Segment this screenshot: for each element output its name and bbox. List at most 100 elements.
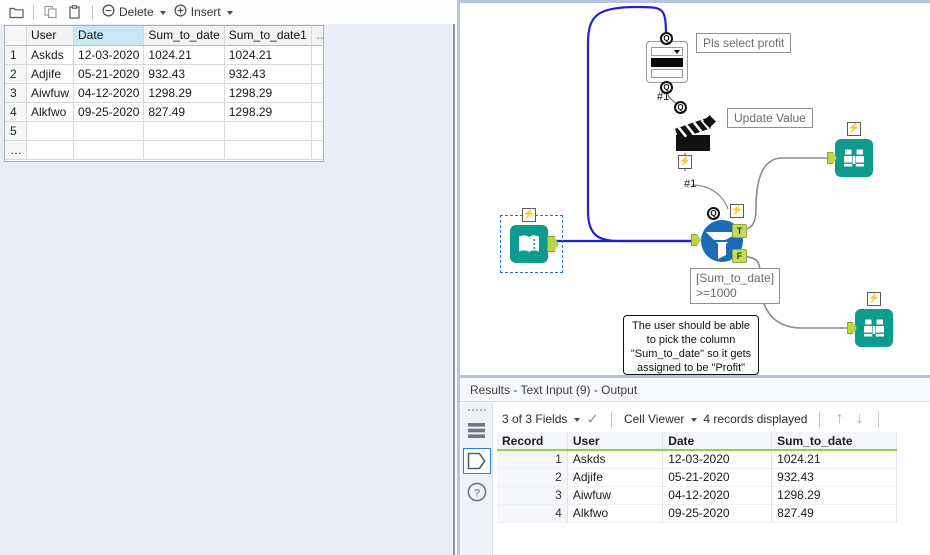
- table-row[interactable]: …: [5, 140, 323, 160]
- cell-user[interactable]: Alkfwo: [26, 102, 75, 122]
- tool-browse-true[interactable]: ⚡: [827, 122, 873, 177]
- cell-date[interactable]: [73, 121, 145, 141]
- cell-sum-to-date[interactable]: 1298.29: [143, 83, 225, 103]
- cell-date[interactable]: [73, 140, 145, 160]
- results-table-wrap[interactable]: Record User Date Sum_to_date 1 Askds 12-…: [497, 432, 897, 523]
- cell-user[interactable]: Adjife: [567, 468, 664, 487]
- results-table: Record User Date Sum_to_date 1 Askds 12-…: [497, 432, 897, 523]
- tool-filter[interactable]: Q ⚡ T F: [691, 204, 747, 268]
- question-anchor-icon[interactable]: Q: [707, 207, 720, 220]
- grid-corner-cell[interactable]: [5, 26, 27, 46]
- table-row[interactable]: 1 Askds 12-03-2020 1024.21 1024.21: [5, 45, 323, 65]
- grid-column-header-more[interactable]: …: [311, 26, 323, 46]
- cell-user[interactable]: Adjife: [26, 64, 75, 84]
- chevron-down-icon[interactable]: [574, 418, 581, 422]
- cell-date[interactable]: 05-21-2020: [73, 64, 145, 84]
- comment-line-2: to pick the column: [646, 334, 736, 346]
- cell-sum-to-date1[interactable]: 1298.29: [224, 102, 312, 122]
- cell-sum-to-date[interactable]: 932.43: [771, 468, 897, 487]
- grid-column-header-user[interactable]: User: [26, 26, 75, 46]
- cell-user[interactable]: Aiwfuw: [26, 83, 75, 103]
- cell-viewer-selector[interactable]: Cell Viewer: [624, 412, 698, 426]
- chevron-down-icon: [674, 49, 680, 54]
- row-number[interactable]: 1: [5, 45, 27, 65]
- chevron-down-icon[interactable]: [159, 11, 166, 15]
- cell-user[interactable]: Alkfwo: [567, 504, 664, 523]
- toolbar-divider: [819, 410, 821, 428]
- connection-number-action: #1: [684, 178, 697, 190]
- cell-sum-to-date1[interactable]: [224, 121, 312, 141]
- row-number[interactable]: 5: [5, 121, 27, 141]
- cell-sum-to-date[interactable]: 827.49: [143, 102, 225, 122]
- output-anchor-false[interactable]: F: [732, 249, 747, 263]
- grid-column-header-sum-to-date[interactable]: Sum_to_date: [143, 26, 225, 46]
- metadata-tag-icon[interactable]: [462, 448, 491, 474]
- cell-sum-to-date[interactable]: 1298.29: [771, 486, 897, 505]
- drag-grip-icon[interactable]: [467, 407, 486, 412]
- workflow-canvas[interactable]: ⚡ Q Q Pls select profit #1 Q ⚡ Update Va…: [457, 0, 930, 375]
- cell-user[interactable]: Aiwfuw: [567, 486, 664, 505]
- cell-sum-to-date[interactable]: 827.49: [771, 504, 897, 523]
- table-row[interactable]: 2 Adjife 05-21-2020 932.43: [497, 468, 897, 487]
- insert-button[interactable]: Insert: [171, 2, 236, 22]
- table-row[interactable]: 3 Aiwfuw 04-12-2020 1298.29 1298.29: [5, 83, 323, 103]
- cell-sum-to-date1[interactable]: [224, 140, 312, 160]
- question-anchor-top-icon[interactable]: Q: [660, 32, 673, 45]
- cell-date[interactable]: 12-03-2020: [662, 450, 773, 469]
- table-row[interactable]: 3 Aiwfuw 04-12-2020 1298.29: [497, 486, 897, 505]
- results-column-header-date[interactable]: Date: [662, 432, 773, 451]
- check-icon[interactable]: ✓: [586, 410, 599, 428]
- cell-user[interactable]: Askds: [567, 450, 664, 469]
- canvas-comment-box[interactable]: The user should be able to pick the colu…: [623, 315, 759, 375]
- arrow-down-icon[interactable]: ↓: [852, 410, 866, 428]
- output-anchor-true[interactable]: T: [732, 224, 747, 238]
- arrow-up-icon[interactable]: ↑: [832, 410, 846, 428]
- chevron-down-icon[interactable]: [691, 418, 698, 422]
- cell-date[interactable]: 12-03-2020: [73, 45, 145, 65]
- table-row[interactable]: 2 Adjife 05-21-2020 932.43 932.43: [5, 64, 323, 84]
- row-number[interactable]: …: [5, 140, 27, 160]
- cell-sum-to-date[interactable]: 932.43: [143, 64, 225, 84]
- table-row[interactable]: 4 Alkfwo 09-25-2020 827.49: [497, 504, 897, 523]
- tool-text-input[interactable]: ⚡: [510, 208, 558, 263]
- results-column-header-record[interactable]: Record: [497, 432, 568, 451]
- cell-user[interactable]: [26, 121, 75, 141]
- delete-label: Delete: [119, 5, 154, 19]
- cell-sum-to-date1[interactable]: 1298.29: [224, 83, 312, 103]
- results-column-header-user[interactable]: User: [567, 432, 664, 451]
- help-icon[interactable]: ?: [463, 479, 491, 505]
- tool-browse-false[interactable]: ⚡: [847, 292, 893, 347]
- row-number[interactable]: 2: [5, 64, 27, 84]
- text-input-grid[interactable]: User Date Sum_to_date Sum_to_date1 … 1 A…: [4, 25, 324, 162]
- fields-label: 3 of 3 Fields: [502, 412, 568, 426]
- folder-icon[interactable]: [5, 2, 27, 22]
- cell-user[interactable]: [26, 140, 75, 160]
- dropdown-interface-icon: [646, 41, 688, 83]
- copy-icon[interactable]: [40, 2, 62, 22]
- cell-sum-to-date[interactable]: [143, 121, 225, 141]
- row-number[interactable]: 4: [5, 102, 27, 122]
- table-row[interactable]: 5: [5, 121, 323, 141]
- grid-column-header-date[interactable]: Date: [73, 26, 145, 46]
- cell-sum-to-date[interactable]: 1024.21: [143, 45, 225, 65]
- data-view-icon[interactable]: [463, 417, 491, 443]
- table-row[interactable]: 4 Alkfwo 09-25-2020 827.49 1298.29: [5, 102, 323, 122]
- cell-date[interactable]: 05-21-2020: [662, 468, 773, 487]
- row-number[interactable]: 3: [5, 83, 27, 103]
- cell-date[interactable]: 09-25-2020: [662, 504, 773, 523]
- cell-date[interactable]: 04-12-2020: [662, 486, 773, 505]
- fields-selector[interactable]: 3 of 3 Fields: [502, 412, 581, 426]
- grid-column-header-sum-to-date1[interactable]: Sum_to_date1: [224, 26, 312, 46]
- cell-sum-to-date1[interactable]: 1024.21: [224, 45, 312, 65]
- chevron-down-icon[interactable]: [226, 11, 233, 15]
- cell-user[interactable]: Askds: [26, 45, 75, 65]
- cell-sum-to-date[interactable]: 1024.21: [771, 450, 897, 469]
- delete-button[interactable]: Delete: [99, 2, 169, 22]
- cell-sum-to-date[interactable]: [143, 140, 225, 160]
- cell-date[interactable]: 09-25-2020: [73, 102, 145, 122]
- paste-icon[interactable]: [64, 2, 86, 22]
- cell-sum-to-date1[interactable]: 932.43: [224, 64, 312, 84]
- results-column-header-sum-to-date[interactable]: Sum_to_date: [771, 432, 897, 451]
- table-row[interactable]: 1 Askds 12-03-2020 1024.21: [497, 450, 897, 469]
- cell-date[interactable]: 04-12-2020: [73, 83, 145, 103]
